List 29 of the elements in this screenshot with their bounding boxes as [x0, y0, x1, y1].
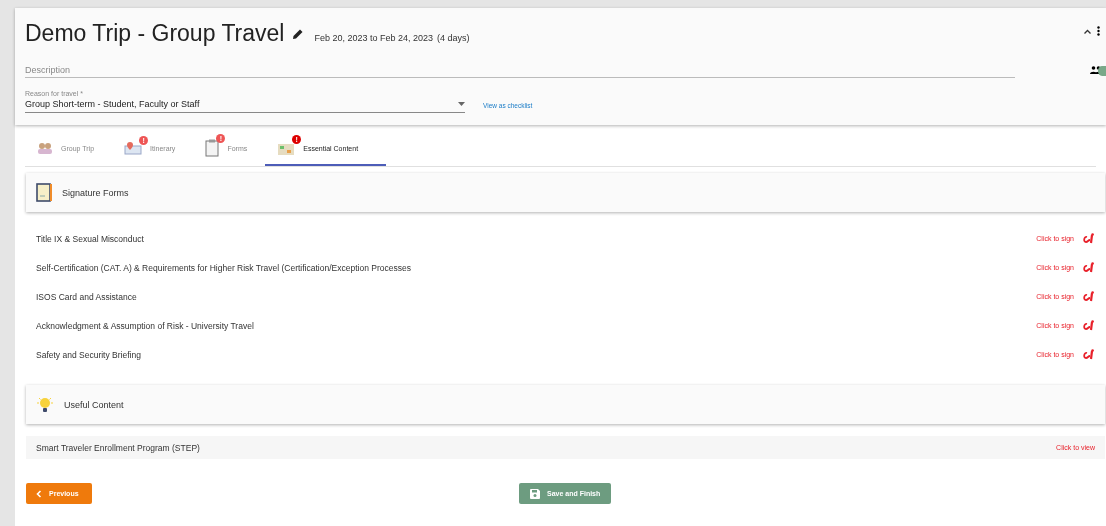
dropdown-caret-icon [458, 102, 465, 106]
signature-icon [1082, 348, 1095, 361]
form-icon [205, 139, 220, 157]
more-icon[interactable] [1097, 26, 1100, 36]
signature-icon [1082, 232, 1095, 245]
collapse-icon[interactable] [1084, 28, 1091, 34]
section-title: Useful Content [64, 399, 124, 410]
map-icon [124, 141, 143, 155]
form-name: Safety and Security Briefing [36, 349, 141, 360]
form-name: Self-Certification (CAT. A) & Requirements for Higher Risk Travel (Certification/Exception Processes [36, 262, 411, 273]
signature-icon [1082, 290, 1095, 303]
signature-icon [1082, 261, 1095, 274]
form-name: Title IX & Sexual Misconduct [36, 233, 144, 244]
section-title: Signature Forms [62, 187, 129, 198]
lightbulb-icon [36, 395, 54, 414]
trip-title: Demo Trip - Group Travel [25, 20, 285, 47]
avatar[interactable] [1098, 66, 1106, 76]
form-name: Acknowledgment & Assumption of Risk - University Travel [36, 320, 254, 331]
group-icon [37, 142, 53, 154]
trip-duration: (4 days) [437, 33, 470, 43]
save-icon [530, 488, 540, 499]
description-field[interactable]: Description [25, 63, 1015, 78]
clipboard-icon [36, 183, 52, 202]
form-name: Smart Traveler Enrollment Program (STEP) [36, 442, 200, 453]
chevron-left-icon [36, 489, 42, 498]
edit-icon[interactable] [292, 27, 305, 40]
trip-dates: Feb 20, 2023 to Feb 24, 2023 [314, 33, 434, 43]
signature-icon [1082, 319, 1095, 332]
form-name: ISOS Card and Assistance [36, 291, 137, 302]
